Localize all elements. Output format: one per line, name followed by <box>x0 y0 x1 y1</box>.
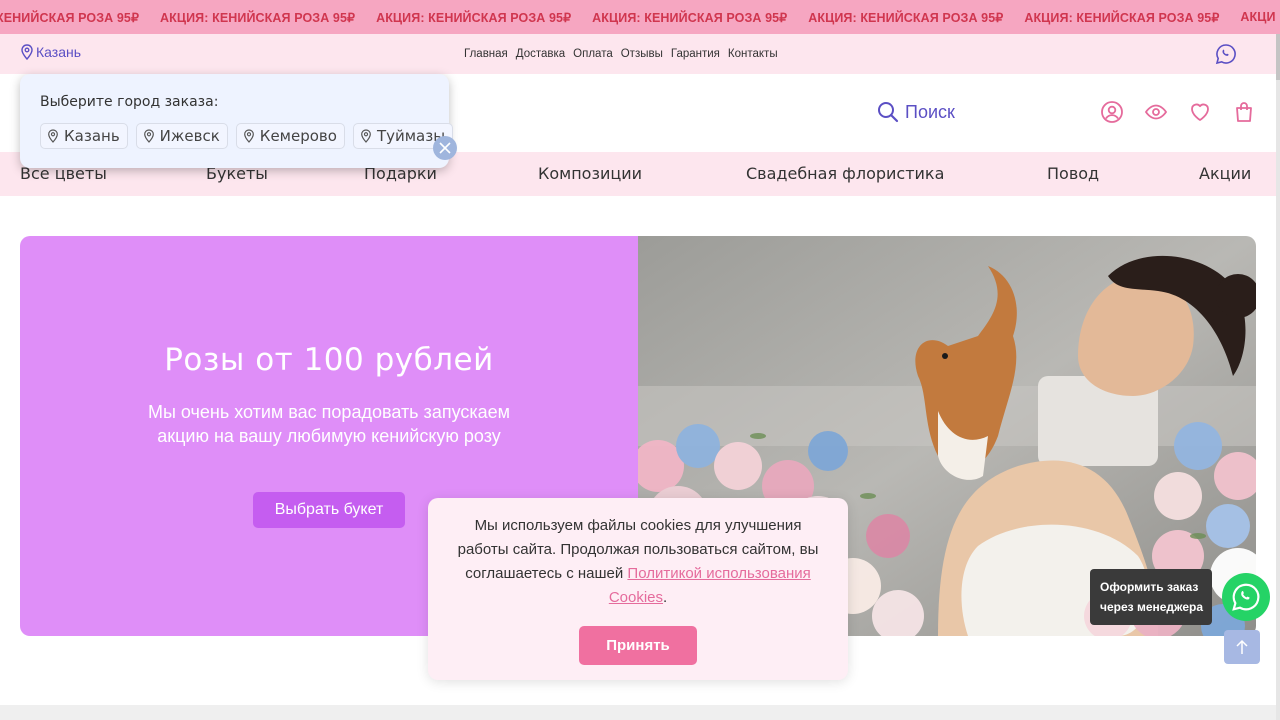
nav-link-guarantee[interactable]: Гарантия <box>671 48 720 60</box>
category-occasion[interactable]: Повод <box>1047 164 1099 183</box>
location-pin-icon <box>48 129 58 143</box>
header-icons <box>1100 100 1256 124</box>
city-option-kemerovo[interactable]: Кемерово <box>235 123 345 149</box>
cookie-text: Мы используем файлы cookies для улучшени… <box>456 514 820 610</box>
scroll-to-top-button[interactable] <box>1224 630 1260 664</box>
location-pin-icon <box>143 129 154 143</box>
category-compositions[interactable]: Композиции <box>538 164 642 183</box>
nav-link-reviews[interactable]: Отзывы <box>621 48 663 60</box>
city-selector[interactable]: Казань <box>20 44 81 60</box>
nav-link-home[interactable]: Главная <box>464 48 508 60</box>
manager-label-line2: через менеджера <box>1100 600 1204 614</box>
city-select-popup: Выберите город заказа: Казань Ижевск Кем… <box>20 74 457 168</box>
manager-order-tooltip[interactable]: Оформить заказ через менеджера <box>1090 569 1212 625</box>
hero-subtitle: Мы очень хотим вас порадовать запускаем … <box>147 402 511 446</box>
whatsapp-icon[interactable] <box>1215 43 1237 69</box>
search-icon <box>878 102 899 123</box>
city-option-kazan[interactable]: Казань <box>40 123 128 149</box>
arrow-up-icon <box>1236 639 1248 654</box>
nav-link-payment[interactable]: Оплата <box>573 48 613 60</box>
viewed-eye-icon[interactable] <box>1144 100 1168 124</box>
search-label: Поиск <box>905 101 955 122</box>
promo-ticker: ИЯ: КЕНИЙСКАЯ РОЗА 95₽ АКЦИЯ: КЕНИЙСКАЯ … <box>0 0 1280 34</box>
city-option-label: Казань <box>64 127 120 145</box>
cookie-policy-link[interactable]: Политикой использования Cookies <box>609 565 811 606</box>
close-icon[interactable] <box>433 136 457 160</box>
nav-link-contacts[interactable]: Контакты <box>728 48 778 60</box>
hero-title: Розы от 100 рублей <box>164 342 494 378</box>
top-nav: Главная Доставка Оплата Отзывы Гарантия … <box>464 48 778 60</box>
footer-edge <box>0 705 1276 720</box>
city-popup-title: Выберите город заказа: <box>40 94 219 110</box>
ticker-item: АКЦИ <box>1240 10 1276 24</box>
cookie-period: . <box>663 589 668 606</box>
location-pin-icon <box>361 129 371 143</box>
ticker-item: АКЦИЯ: КЕНИЙСКАЯ РОЗА 95₽ <box>808 10 1004 25</box>
location-pin-icon <box>243 129 254 143</box>
city-option-izhevsk[interactable]: Ижевск <box>135 123 228 149</box>
cart-bag-icon[interactable] <box>1232 100 1256 124</box>
location-pin-icon <box>21 44 33 60</box>
choose-bouquet-button[interactable]: Выбрать букет <box>253 492 405 528</box>
ticker-item: ИЯ: КЕНИЙСКАЯ РОЗА 95₽ <box>0 10 139 25</box>
search-button[interactable]: Поиск <box>877 101 955 123</box>
city-name: Казань <box>36 44 82 60</box>
ticker-item: АКЦИЯ: КЕНИЙСКАЯ РОЗА 95₽ <box>376 10 572 25</box>
city-option-label: Ижевск <box>159 127 220 145</box>
category-sales[interactable]: Акции <box>1199 164 1251 183</box>
top-bar: Казань Главная Доставка Оплата Отзывы Га… <box>0 34 1276 74</box>
cookie-consent-banner: Мы используем файлы cookies для улучшени… <box>428 498 848 680</box>
account-icon[interactable] <box>1100 100 1124 124</box>
page-scrollbar[interactable] <box>1276 34 1280 720</box>
city-options: Казань Ижевск Кемерово Туймазы <box>40 123 454 149</box>
city-option-label: Кемерово <box>259 127 337 145</box>
ticker-item: АКЦИЯ: КЕНИЙСКАЯ РОЗА 95₽ <box>592 10 788 25</box>
nav-link-delivery[interactable]: Доставка <box>516 48 565 60</box>
manager-label-line1: Оформить заказ <box>1100 580 1199 594</box>
accept-cookies-button[interactable]: Принять <box>579 626 697 665</box>
ticker-item: АКЦИЯ: КЕНИЙСКАЯ РОЗА 95₽ <box>160 10 356 25</box>
ticker-item: АКЦИЯ: КЕНИЙСКАЯ РОЗА 95₽ <box>1024 10 1220 25</box>
whatsapp-float-icon[interactable] <box>1222 573 1270 621</box>
favorites-heart-icon[interactable] <box>1188 100 1212 124</box>
category-wedding[interactable]: Свадебная флористика <box>746 164 944 183</box>
